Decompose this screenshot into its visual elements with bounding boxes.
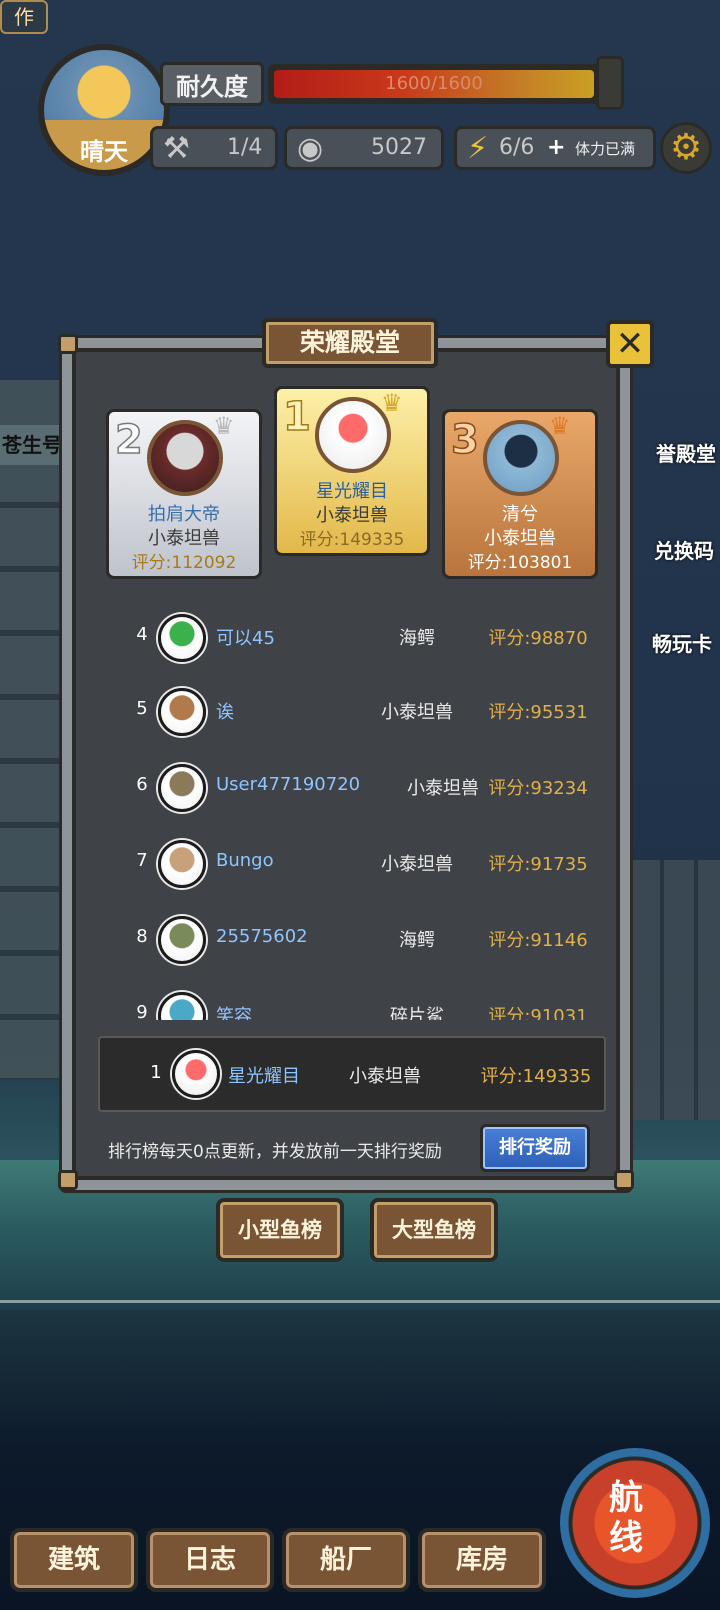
background-building-right	[630, 860, 720, 1120]
podium-player-name: 拍肩大帝	[148, 504, 220, 525]
row-rank: 4	[136, 624, 148, 645]
tools-counter[interactable]: ⚒ 1/4	[150, 126, 278, 170]
crown-icon: ♛	[213, 412, 235, 440]
tab-small-fish[interactable]: 小型鱼榜	[216, 1198, 344, 1262]
row-player-name: User477190720	[216, 774, 361, 795]
coins-value: 5027	[371, 135, 427, 160]
energy-status: 体力已满	[575, 140, 636, 158]
durability-bar-cap	[596, 56, 624, 110]
nav-warehouse-button[interactable]: 库房	[418, 1528, 546, 1592]
row-rank: 1	[150, 1062, 162, 1083]
row-player-name: Bungo	[216, 850, 274, 871]
settings-gear-icon[interactable]: ⚙	[660, 122, 712, 174]
podium-rank-2[interactable]: 2 ♛ 拍肩大帝 小泰坦兽 评分:112092	[106, 409, 262, 579]
crown-icon: ♛	[381, 389, 403, 417]
ranking-list[interactable]: 4 可以45 海鳄 评分:98870 5 诶 小泰坦兽 评分:95531 6 U…	[92, 600, 612, 1020]
durability-value: 1600/1600	[385, 73, 483, 94]
avatar	[158, 688, 206, 736]
podium-server: 小泰坦兽	[148, 528, 220, 549]
durability-label: 耐久度	[160, 62, 264, 106]
row-server: 小泰坦兽	[349, 1066, 421, 1087]
panel-title: 荣耀殿堂	[299, 328, 400, 357]
podium-score: 评分:103801	[467, 553, 573, 573]
coin-icon: ◉	[297, 131, 324, 166]
row-player-name: 诶	[216, 702, 234, 723]
avatar	[483, 420, 559, 496]
podium-rank-3[interactable]: 3 ♛ 清兮 小泰坦兽 评分:103801	[442, 409, 598, 579]
energy-counter[interactable]: ⚡ 6/6 + 体力已满	[454, 126, 656, 170]
lightning-icon: ⚡	[467, 131, 489, 166]
side-pass-card-label[interactable]: 畅玩卡	[652, 628, 712, 657]
background-sign: 苍生号	[0, 425, 66, 465]
list-item[interactable]: 7 Bungo 小泰坦兽 评分:91735	[92, 826, 612, 902]
podium-player-name: 星光耀目	[316, 481, 388, 502]
energy-add-button[interactable]: +	[547, 129, 565, 167]
list-item[interactable]: 5 诶 小泰坦兽 评分:95531	[92, 674, 612, 750]
panel-bolt	[614, 1170, 634, 1190]
hammer-wrench-icon: ⚒	[163, 131, 190, 166]
row-rank: 9	[136, 1002, 148, 1020]
update-notice: 排行榜每天0点更新，并发放前一天排行奖励	[108, 1142, 442, 1162]
side-honor-label[interactable]: 誉殿堂	[656, 438, 716, 467]
sea-horizon	[0, 1300, 720, 1303]
tools-value: 1/4	[227, 135, 263, 160]
avatar	[158, 840, 206, 888]
row-score: 评分:149335	[480, 1066, 592, 1087]
podium-rank-number: 1	[282, 394, 311, 440]
side-redeem-code-label[interactable]: 兑换码	[654, 535, 714, 564]
row-rank: 6	[136, 774, 148, 795]
panel-bolt	[58, 1170, 78, 1190]
row-rank: 7	[136, 850, 148, 871]
row-score: 评分:95531	[488, 702, 588, 723]
sun-icon	[44, 50, 164, 120]
avatar	[172, 1050, 220, 1098]
podium-rank-number: 2	[114, 417, 143, 463]
row-score: 评分:91146	[488, 930, 588, 951]
ranking-reward-button[interactable]: 排行奖励	[480, 1124, 590, 1172]
podium-server: 小泰坦兽	[484, 528, 556, 549]
podium-score: 评分:149335	[299, 530, 405, 550]
my-rank-row[interactable]: 1 星光耀目 小泰坦兽 评分:149335	[98, 1036, 606, 1112]
side-task-button[interactable]: 作	[0, 0, 48, 34]
energy-value: 6/6	[499, 135, 535, 160]
avatar	[158, 764, 206, 812]
podium-player-name: 清兮	[502, 504, 538, 525]
nav-log-button[interactable]: 日志	[146, 1528, 274, 1592]
avatar	[315, 397, 391, 473]
list-item[interactable]: 9 笑容 碎片鲨 评分:91031	[92, 978, 612, 1020]
avatar	[147, 420, 223, 496]
podium-rank-1[interactable]: 1 ♛ 星光耀目 小泰坦兽 评分:149335	[274, 386, 430, 556]
route-label: 航线	[609, 1478, 643, 1558]
row-player-name: 笑容	[216, 1006, 252, 1020]
nav-shipyard-button[interactable]: 船厂	[282, 1528, 410, 1592]
row-rank: 8	[136, 926, 148, 947]
close-button[interactable]: ✕	[606, 320, 654, 368]
row-score: 评分:91735	[488, 854, 588, 875]
list-item[interactable]: 8 25575602 海鳄 评分:91146	[92, 902, 612, 978]
podium-server: 小泰坦兽	[316, 505, 388, 526]
panel-bolt	[58, 334, 78, 354]
crown-icon: ♛	[549, 412, 571, 440]
row-player-name: 25575602	[216, 926, 308, 947]
row-score: 评分:98870	[488, 628, 588, 649]
list-item[interactable]: 4 可以45 海鳄 评分:98870	[92, 600, 612, 676]
avatar	[158, 916, 206, 964]
background-building-left	[0, 380, 70, 1080]
row-rank: 5	[136, 698, 148, 719]
row-score: 评分:93234	[488, 778, 588, 799]
weather-label: 晴天	[80, 138, 128, 166]
list-item[interactable]: 6 User477190720 小泰坦兽 评分:93234	[92, 750, 612, 826]
podium-rank-number: 3	[450, 417, 479, 463]
row-player-name: 可以45	[216, 628, 275, 649]
row-player-name: 星光耀目	[228, 1066, 300, 1087]
podium-score: 评分:112092	[131, 553, 237, 573]
row-score: 评分:91031	[488, 1006, 588, 1020]
tab-large-fish[interactable]: 大型鱼榜	[370, 1198, 498, 1262]
nav-build-button[interactable]: 建筑	[10, 1528, 138, 1592]
avatar	[158, 992, 206, 1020]
coins-counter[interactable]: ◉ 5027	[284, 126, 444, 170]
avatar	[158, 614, 206, 662]
